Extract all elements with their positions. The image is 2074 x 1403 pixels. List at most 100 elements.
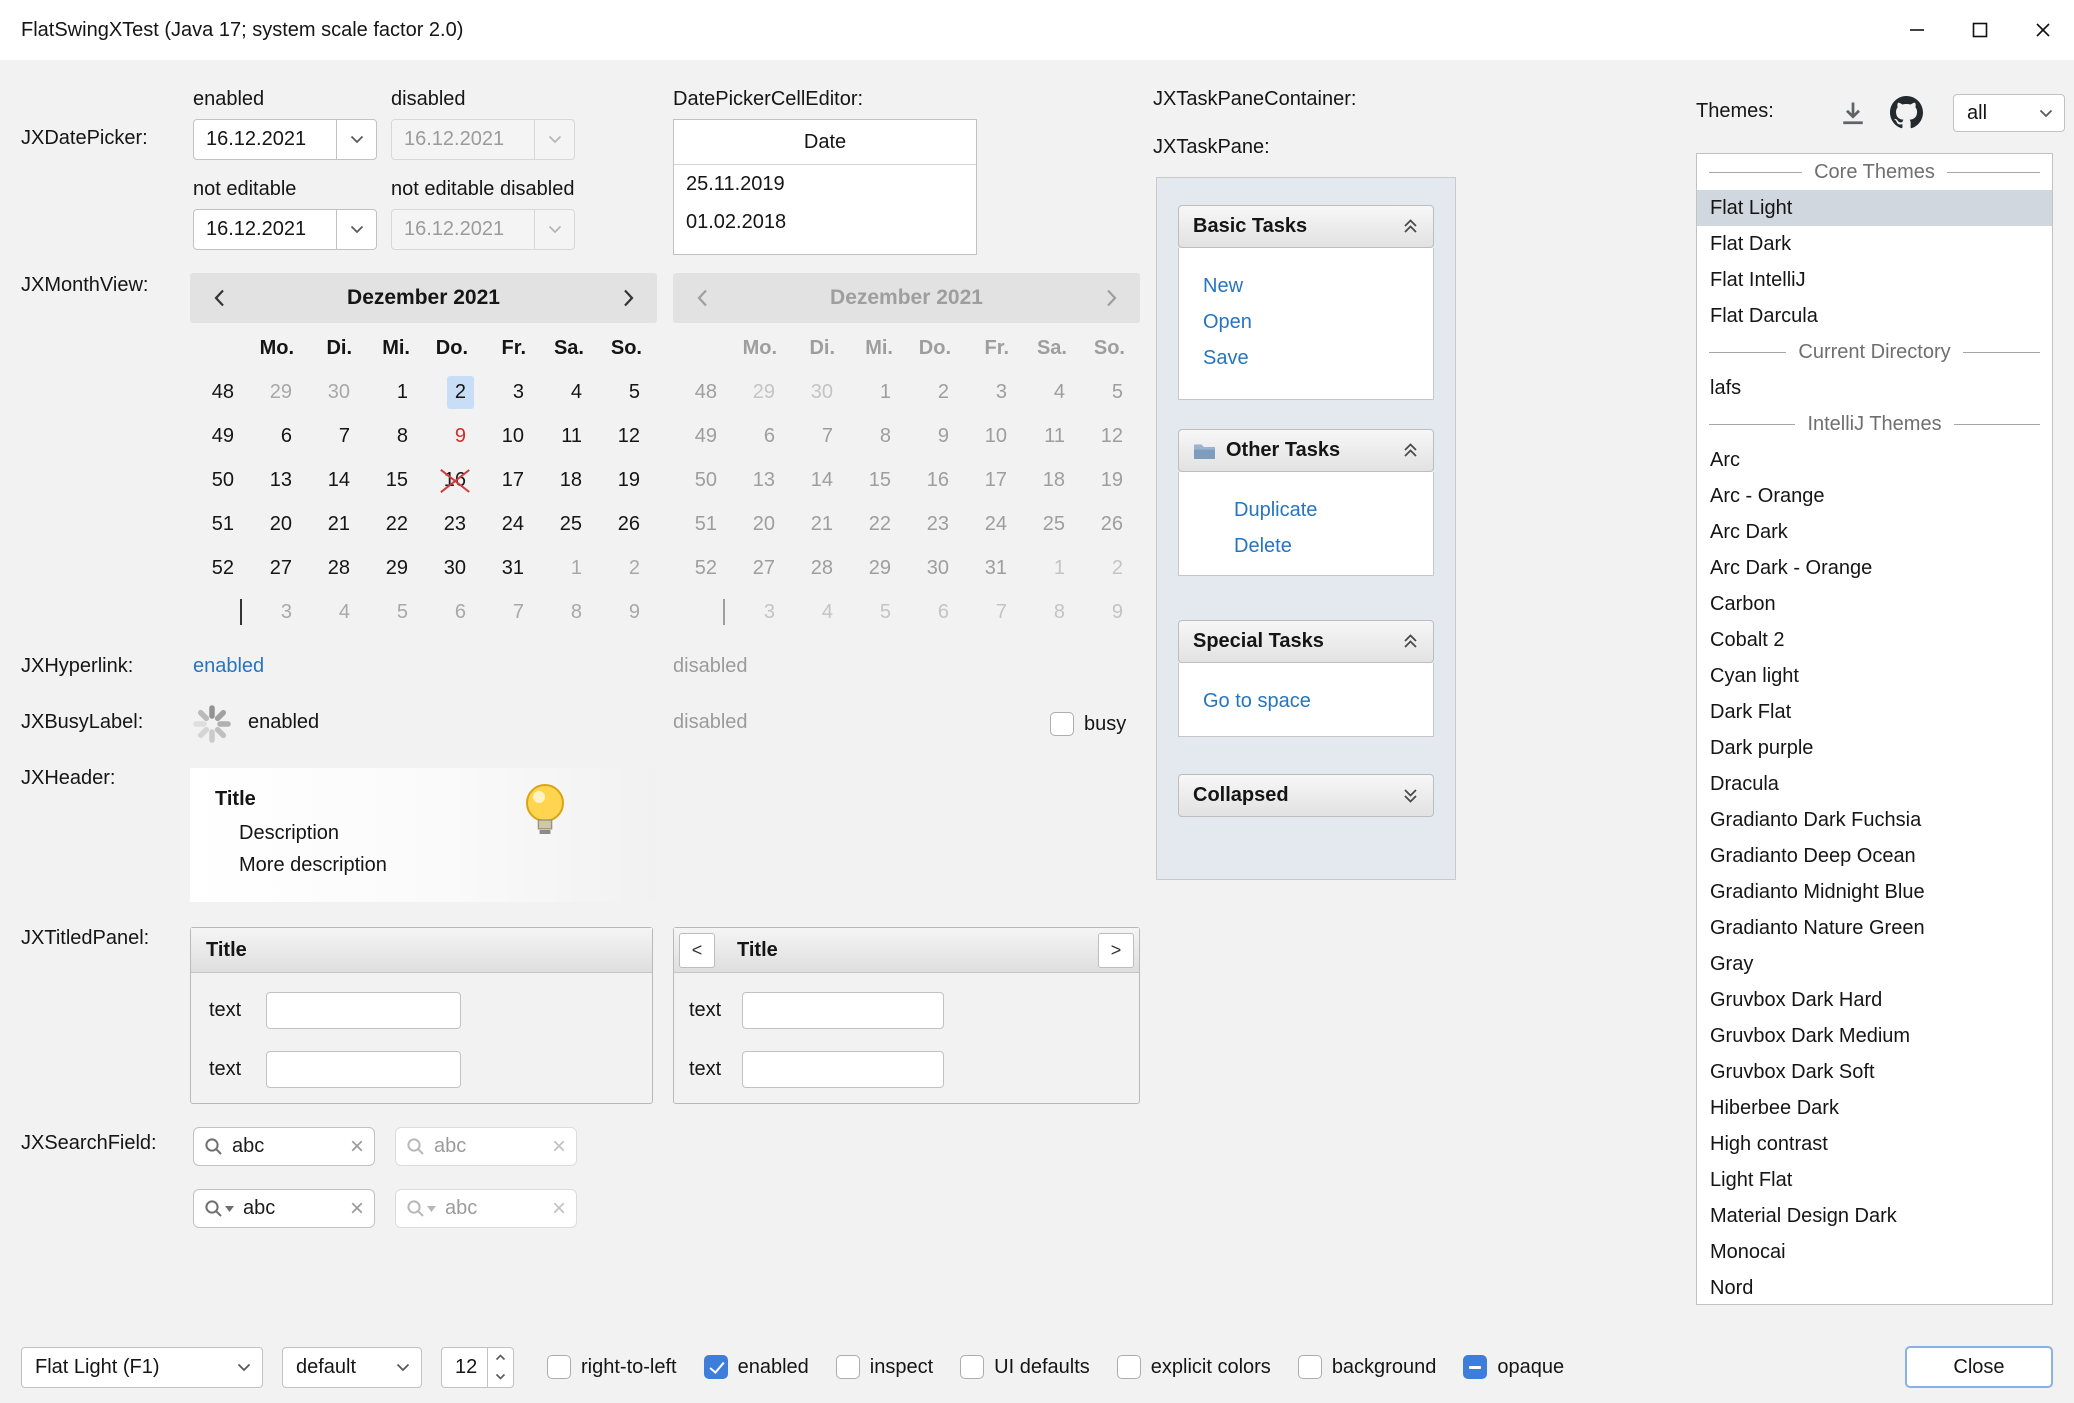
github-icon[interactable] [1890, 96, 1923, 129]
calendar-cell[interactable]: 8 [538, 590, 596, 634]
theme-list-item[interactable]: Dracula [1697, 766, 2052, 802]
calendar-cell[interactable]: 50 [190, 458, 248, 502]
task-link-open[interactable]: Open [1179, 304, 1433, 340]
minimize-button[interactable] [1885, 0, 1948, 60]
next-button[interactable]: > [1098, 933, 1134, 968]
theme-list-item[interactable]: Cobalt 2 [1697, 622, 2052, 658]
expand-chevron-icon[interactable] [1402, 787, 1419, 804]
theme-list-item[interactable]: Dark Flat [1697, 694, 2052, 730]
calendar-cell[interactable]: 9 [596, 590, 654, 634]
task-link-delete[interactable]: Delete [1179, 528, 1433, 564]
calendar-cell[interactable]: 30 [422, 546, 480, 590]
theme-list-item[interactable]: Gradianto Dark Fuchsia [1697, 802, 2052, 838]
calendar-cell[interactable]: 23 [422, 502, 480, 546]
theme-list-item[interactable]: Arc [1697, 442, 2052, 478]
theme-list-item[interactable]: Gradianto Nature Green [1697, 910, 2052, 946]
theme-list-item[interactable]: lafs [1697, 370, 2052, 406]
option-checkbox[interactable]: explicit colors [1117, 1355, 1271, 1379]
close-button[interactable]: Close [1905, 1346, 2053, 1388]
text-field[interactable] [266, 1051, 461, 1088]
prev-month-icon[interactable] [190, 273, 248, 323]
checkbox-box[interactable] [960, 1355, 984, 1379]
task-link-new[interactable]: New [1179, 268, 1433, 304]
task-link-duplicate[interactable]: Duplicate [1179, 492, 1433, 528]
themes-filter-combo[interactable]: all [1953, 94, 2065, 132]
task-link-save[interactable]: Save [1179, 340, 1433, 376]
theme-list-item[interactable]: Material Design Dark [1697, 1198, 2052, 1234]
calendar-cell[interactable]: 2 [422, 370, 480, 414]
spinner-down-icon[interactable] [488, 1367, 513, 1387]
collapse-chevron-icon[interactable] [1402, 633, 1419, 650]
search-menu-icon[interactable] [204, 1199, 234, 1218]
font-size-spinner[interactable]: 12 [441, 1347, 514, 1388]
theme-list-item[interactable]: Light Flat [1697, 1162, 2052, 1198]
calendar-cell[interactable]: 31 [480, 546, 538, 590]
clear-icon[interactable]: × [350, 1197, 364, 1221]
text-field[interactable] [266, 992, 461, 1029]
checkbox-box[interactable] [1463, 1355, 1487, 1379]
font-combo[interactable]: default [282, 1347, 422, 1388]
calendar-cell[interactable]: 8 [364, 414, 422, 458]
option-checkbox[interactable]: opaque [1463, 1355, 1564, 1379]
calendar-cell[interactable]: 48 [190, 370, 248, 414]
theme-list-item[interactable]: Gray [1697, 946, 2052, 982]
calendar-cell[interactable] [190, 590, 248, 634]
checkbox-box[interactable] [1298, 1355, 1322, 1379]
calendar-cell[interactable]: 19 [596, 458, 654, 502]
theme-list-item[interactable]: Carbon [1697, 586, 2052, 622]
calendar-cell[interactable]: 15 [364, 458, 422, 502]
calendar-cell[interactable]: 27 [248, 546, 306, 590]
prev-button[interactable]: < [679, 933, 715, 968]
calendar-cell[interactable]: 49 [190, 414, 248, 458]
calendar-cell[interactable]: 4 [538, 370, 596, 414]
taskpane-header-collapsed[interactable]: Collapsed [1178, 774, 1434, 817]
calendar-cell[interactable]: 16 [422, 458, 480, 502]
datepicker-enabled[interactable]: 16.12.2021 [193, 119, 377, 160]
checkbox-box[interactable] [836, 1355, 860, 1379]
calendar-cell[interactable]: 30 [306, 370, 364, 414]
close-window-button[interactable] [2011, 0, 2074, 60]
calendar-cell[interactable]: 4 [306, 590, 364, 634]
taskpane-header-other[interactable]: Other Tasks [1178, 429, 1434, 472]
themes-list[interactable]: Core ThemesFlat LightFlat DarkFlat Intel… [1696, 153, 2053, 1305]
calendar-cell[interactable]: 18 [538, 458, 596, 502]
calendar-cell[interactable]: 1 [364, 370, 422, 414]
theme-list-item[interactable]: Monocai [1697, 1234, 2052, 1270]
busy-checkbox[interactable]: busy [1050, 712, 1126, 736]
calendar-cell[interactable]: 29 [364, 546, 422, 590]
checkbox-box[interactable] [704, 1355, 728, 1379]
datepicker-not-editable[interactable]: 16.12.2021 [193, 209, 377, 250]
theme-list-item[interactable]: Flat IntelliJ [1697, 262, 2052, 298]
table-row[interactable]: 01.02.2018 [674, 203, 976, 241]
task-link-go-to-space[interactable]: Go to space [1179, 683, 1433, 719]
clear-icon[interactable]: × [350, 1135, 364, 1159]
theme-list-item[interactable]: Gruvbox Dark Hard [1697, 982, 2052, 1018]
calendar-cell[interactable]: 20 [248, 502, 306, 546]
dropdown-arrow-icon[interactable] [336, 210, 376, 249]
theme-list-item[interactable]: Arc - Orange [1697, 478, 2052, 514]
calendar-cell[interactable]: 24 [480, 502, 538, 546]
option-checkbox[interactable]: background [1298, 1355, 1437, 1379]
theme-list-item[interactable]: Gruvbox Dark Medium [1697, 1018, 2052, 1054]
calendar-cell[interactable]: 3 [480, 370, 538, 414]
theme-list-item[interactable]: Hiberbee Dark [1697, 1090, 2052, 1126]
calendar-cell[interactable]: 17 [480, 458, 538, 502]
calendar-cell[interactable]: 21 [306, 502, 364, 546]
calendar-cell[interactable]: 6 [422, 590, 480, 634]
calendar-cell[interactable]: 29 [248, 370, 306, 414]
text-field[interactable] [742, 1051, 944, 1088]
theme-list-item[interactable]: Nord [1697, 1270, 2052, 1305]
calendar-cell[interactable]: 7 [306, 414, 364, 458]
spinner-buttons[interactable] [487, 1348, 513, 1387]
calendar-cell[interactable]: 3 [248, 590, 306, 634]
download-icon[interactable] [1838, 98, 1868, 128]
theme-list-item[interactable]: IntelliJ Themes [1697, 406, 2052, 442]
spinner-up-icon[interactable] [488, 1348, 513, 1368]
collapse-chevron-icon[interactable] [1402, 218, 1419, 235]
theme-list-item[interactable]: Flat Light [1697, 190, 2052, 226]
theme-list-item[interactable]: Dark purple [1697, 730, 2052, 766]
checkbox-box[interactable] [1050, 712, 1074, 736]
table-row[interactable]: 25.11.2019 [674, 165, 976, 203]
calendar-cell[interactable]: 6 [248, 414, 306, 458]
theme-list-item[interactable]: Gradianto Deep Ocean [1697, 838, 2052, 874]
